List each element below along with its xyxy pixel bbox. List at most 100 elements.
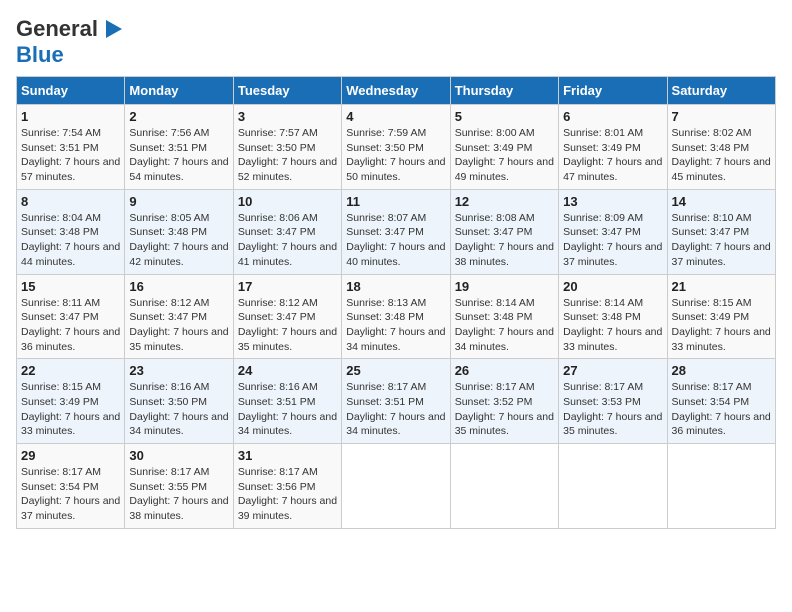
day-number: 27 (563, 363, 662, 378)
day-info: Sunrise: 8:04 AMSunset: 3:48 PMDaylight:… (21, 211, 120, 270)
day-info: Sunrise: 8:07 AMSunset: 3:47 PMDaylight:… (346, 211, 445, 270)
day-header-monday: Monday (125, 77, 233, 105)
day-info: Sunrise: 8:17 AMSunset: 3:54 PMDaylight:… (672, 380, 771, 439)
day-number: 23 (129, 363, 228, 378)
day-info: Sunrise: 8:11 AMSunset: 3:47 PMDaylight:… (21, 296, 120, 355)
day-number: 31 (238, 448, 337, 463)
day-number: 28 (672, 363, 771, 378)
calendar-cell: 20 Sunrise: 8:14 AMSunset: 3:48 PMDaylig… (559, 274, 667, 359)
calendar-cell (667, 444, 775, 529)
day-number: 16 (129, 279, 228, 294)
day-number: 12 (455, 194, 554, 209)
day-info: Sunrise: 8:09 AMSunset: 3:47 PMDaylight:… (563, 211, 662, 270)
calendar-cell (559, 444, 667, 529)
day-number: 25 (346, 363, 445, 378)
logo-blue-text: Blue (16, 42, 64, 68)
calendar-cell: 31 Sunrise: 8:17 AMSunset: 3:56 PMDaylig… (233, 444, 341, 529)
day-number: 10 (238, 194, 337, 209)
day-info: Sunrise: 8:15 AMSunset: 3:49 PMDaylight:… (21, 380, 120, 439)
calendar-cell: 29 Sunrise: 8:17 AMSunset: 3:54 PMDaylig… (17, 444, 125, 529)
day-info: Sunrise: 8:12 AMSunset: 3:47 PMDaylight:… (238, 296, 337, 355)
calendar-cell: 9 Sunrise: 8:05 AMSunset: 3:48 PMDayligh… (125, 189, 233, 274)
calendar-cell: 15 Sunrise: 8:11 AMSunset: 3:47 PMDaylig… (17, 274, 125, 359)
day-info: Sunrise: 8:17 AMSunset: 3:54 PMDaylight:… (21, 465, 120, 524)
calendar-cell: 10 Sunrise: 8:06 AMSunset: 3:47 PMDaylig… (233, 189, 341, 274)
day-info: Sunrise: 8:14 AMSunset: 3:48 PMDaylight:… (563, 296, 662, 355)
day-number: 1 (21, 109, 120, 124)
calendar-week-5: 29 Sunrise: 8:17 AMSunset: 3:54 PMDaylig… (17, 444, 776, 529)
calendar-cell: 23 Sunrise: 8:16 AMSunset: 3:50 PMDaylig… (125, 359, 233, 444)
day-info: Sunrise: 8:17 AMSunset: 3:56 PMDaylight:… (238, 465, 337, 524)
day-info: Sunrise: 7:54 AMSunset: 3:51 PMDaylight:… (21, 126, 120, 185)
calendar-cell: 17 Sunrise: 8:12 AMSunset: 3:47 PMDaylig… (233, 274, 341, 359)
day-info: Sunrise: 8:17 AMSunset: 3:53 PMDaylight:… (563, 380, 662, 439)
day-number: 26 (455, 363, 554, 378)
day-number: 6 (563, 109, 662, 124)
day-info: Sunrise: 8:08 AMSunset: 3:47 PMDaylight:… (455, 211, 554, 270)
day-number: 13 (563, 194, 662, 209)
day-info: Sunrise: 7:57 AMSunset: 3:50 PMDaylight:… (238, 126, 337, 185)
day-number: 19 (455, 279, 554, 294)
day-header-sunday: Sunday (17, 77, 125, 105)
day-info: Sunrise: 8:10 AMSunset: 3:47 PMDaylight:… (672, 211, 771, 270)
calendar-cell: 13 Sunrise: 8:09 AMSunset: 3:47 PMDaylig… (559, 189, 667, 274)
day-number: 21 (672, 279, 771, 294)
calendar-cell: 21 Sunrise: 8:15 AMSunset: 3:49 PMDaylig… (667, 274, 775, 359)
calendar-cell: 5 Sunrise: 8:00 AMSunset: 3:49 PMDayligh… (450, 105, 558, 190)
calendar-cell: 1 Sunrise: 7:54 AMSunset: 3:51 PMDayligh… (17, 105, 125, 190)
day-number: 4 (346, 109, 445, 124)
calendar-cell: 24 Sunrise: 8:16 AMSunset: 3:51 PMDaylig… (233, 359, 341, 444)
logo: General Blue (16, 16, 124, 68)
day-info: Sunrise: 8:12 AMSunset: 3:47 PMDaylight:… (129, 296, 228, 355)
calendar-cell: 30 Sunrise: 8:17 AMSunset: 3:55 PMDaylig… (125, 444, 233, 529)
day-info: Sunrise: 8:02 AMSunset: 3:48 PMDaylight:… (672, 126, 771, 185)
day-info: Sunrise: 8:01 AMSunset: 3:49 PMDaylight:… (563, 126, 662, 185)
calendar-cell: 2 Sunrise: 7:56 AMSunset: 3:51 PMDayligh… (125, 105, 233, 190)
calendar-week-3: 15 Sunrise: 8:11 AMSunset: 3:47 PMDaylig… (17, 274, 776, 359)
calendar-header: SundayMondayTuesdayWednesdayThursdayFrid… (17, 77, 776, 105)
calendar-table: SundayMondayTuesdayWednesdayThursdayFrid… (16, 76, 776, 529)
day-number: 29 (21, 448, 120, 463)
calendar-cell (342, 444, 450, 529)
day-info: Sunrise: 8:16 AMSunset: 3:50 PMDaylight:… (129, 380, 228, 439)
day-number: 5 (455, 109, 554, 124)
day-info: Sunrise: 8:17 AMSunset: 3:52 PMDaylight:… (455, 380, 554, 439)
day-number: 20 (563, 279, 662, 294)
day-number: 7 (672, 109, 771, 124)
calendar-cell: 6 Sunrise: 8:01 AMSunset: 3:49 PMDayligh… (559, 105, 667, 190)
calendar-cell: 28 Sunrise: 8:17 AMSunset: 3:54 PMDaylig… (667, 359, 775, 444)
day-info: Sunrise: 8:06 AMSunset: 3:47 PMDaylight:… (238, 211, 337, 270)
calendar-week-2: 8 Sunrise: 8:04 AMSunset: 3:48 PMDayligh… (17, 189, 776, 274)
calendar-cell: 12 Sunrise: 8:08 AMSunset: 3:47 PMDaylig… (450, 189, 558, 274)
calendar-cell: 3 Sunrise: 7:57 AMSunset: 3:50 PMDayligh… (233, 105, 341, 190)
day-number: 17 (238, 279, 337, 294)
day-header-friday: Friday (559, 77, 667, 105)
day-number: 2 (129, 109, 228, 124)
day-info: Sunrise: 8:05 AMSunset: 3:48 PMDaylight:… (129, 211, 228, 270)
logo-general-text: General (16, 16, 98, 42)
day-number: 9 (129, 194, 228, 209)
day-info: Sunrise: 8:14 AMSunset: 3:48 PMDaylight:… (455, 296, 554, 355)
day-info: Sunrise: 8:00 AMSunset: 3:49 PMDaylight:… (455, 126, 554, 185)
logo-triangle-icon (102, 18, 124, 40)
calendar-cell: 26 Sunrise: 8:17 AMSunset: 3:52 PMDaylig… (450, 359, 558, 444)
day-header-tuesday: Tuesday (233, 77, 341, 105)
day-info: Sunrise: 8:17 AMSunset: 3:51 PMDaylight:… (346, 380, 445, 439)
calendar-cell: 11 Sunrise: 8:07 AMSunset: 3:47 PMDaylig… (342, 189, 450, 274)
calendar-cell: 19 Sunrise: 8:14 AMSunset: 3:48 PMDaylig… (450, 274, 558, 359)
calendar-cell: 16 Sunrise: 8:12 AMSunset: 3:47 PMDaylig… (125, 274, 233, 359)
calendar-cell (450, 444, 558, 529)
day-header-wednesday: Wednesday (342, 77, 450, 105)
day-number: 24 (238, 363, 337, 378)
day-number: 15 (21, 279, 120, 294)
calendar-week-1: 1 Sunrise: 7:54 AMSunset: 3:51 PMDayligh… (17, 105, 776, 190)
day-header-saturday: Saturday (667, 77, 775, 105)
day-info: Sunrise: 8:13 AMSunset: 3:48 PMDaylight:… (346, 296, 445, 355)
day-number: 3 (238, 109, 337, 124)
day-info: Sunrise: 7:56 AMSunset: 3:51 PMDaylight:… (129, 126, 228, 185)
day-info: Sunrise: 7:59 AMSunset: 3:50 PMDaylight:… (346, 126, 445, 185)
calendar-cell: 14 Sunrise: 8:10 AMSunset: 3:47 PMDaylig… (667, 189, 775, 274)
calendar-cell: 22 Sunrise: 8:15 AMSunset: 3:49 PMDaylig… (17, 359, 125, 444)
calendar-cell: 18 Sunrise: 8:13 AMSunset: 3:48 PMDaylig… (342, 274, 450, 359)
day-header-thursday: Thursday (450, 77, 558, 105)
